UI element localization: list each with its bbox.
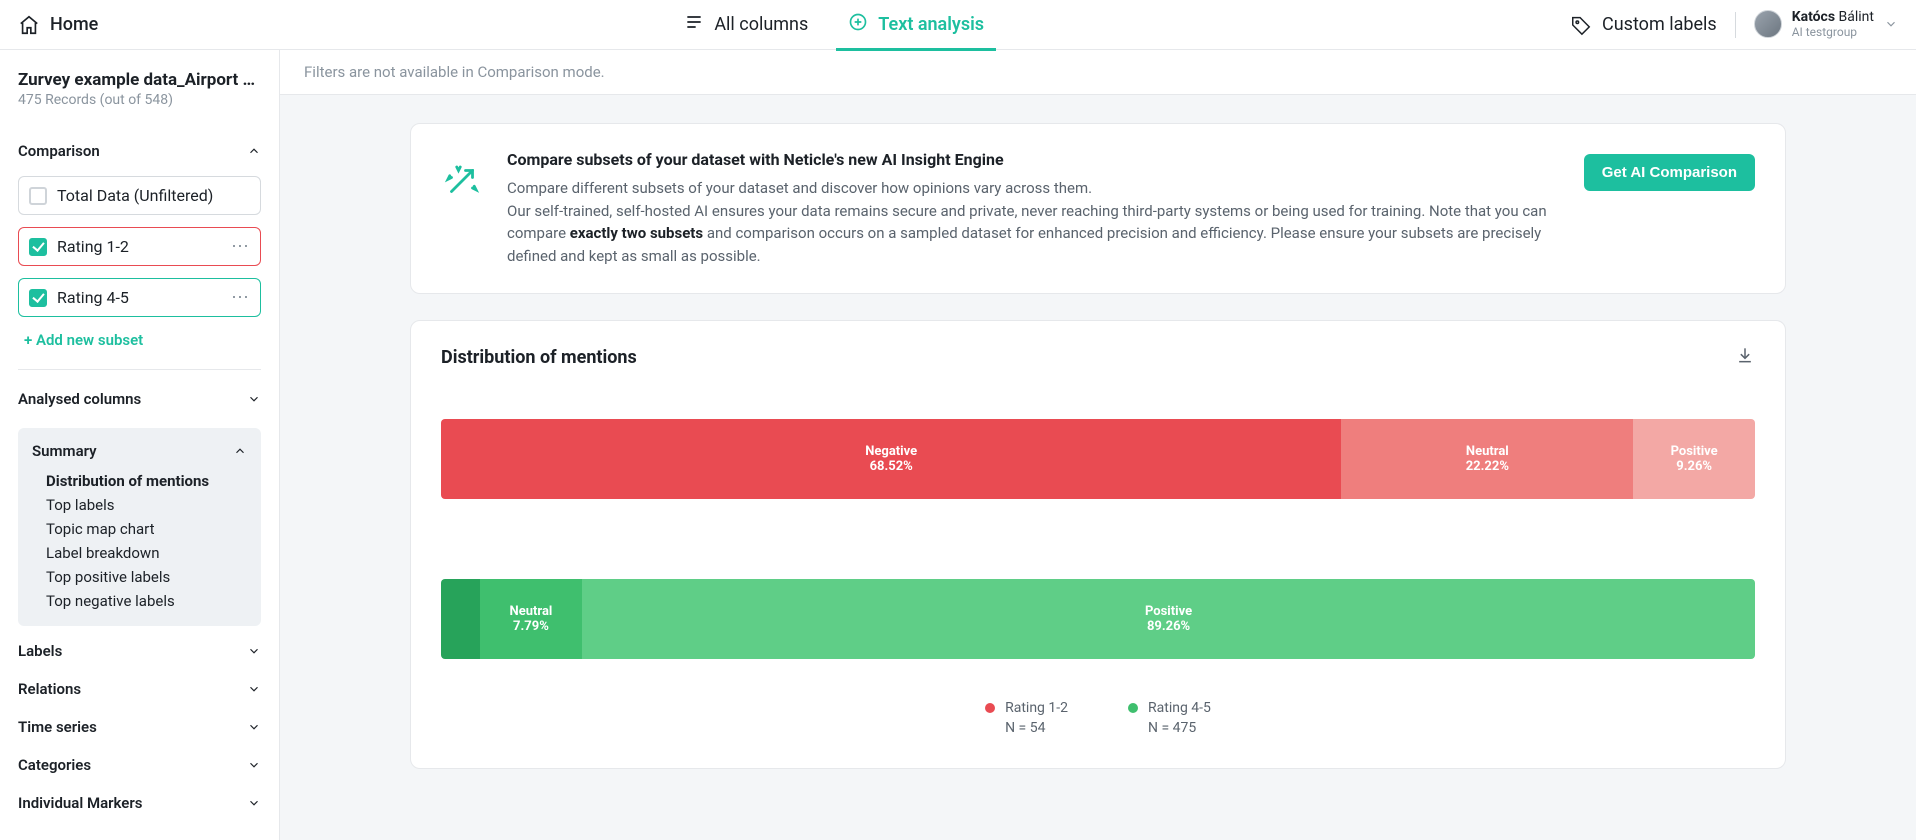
- chart-legend: Rating 1-2N = 54 Rating 4-5N = 475: [441, 699, 1755, 738]
- subset-label: Rating 1-2: [57, 237, 221, 256]
- home-icon[interactable]: [18, 14, 40, 36]
- user-menu[interactable]: Katócs Bálint AI testgroup: [1754, 10, 1898, 39]
- get-ai-comparison-button[interactable]: Get AI Comparison: [1584, 154, 1755, 191]
- user-info: Katócs Bálint AI testgroup: [1792, 10, 1874, 39]
- chevron-up-icon: [233, 444, 247, 458]
- chevron-down-icon: [247, 758, 261, 772]
- tab-label: Text analysis: [878, 14, 984, 35]
- chevron-down-icon: [1884, 17, 1898, 31]
- banner-text: Compare different subsets of your datase…: [507, 177, 1560, 267]
- comparison-heading[interactable]: Comparison: [18, 138, 261, 164]
- nav-individual-markers[interactable]: Individual Markers: [18, 784, 261, 822]
- dataset-title: Zurvey example data_Airport …: [18, 70, 261, 90]
- checkbox[interactable]: [29, 238, 47, 256]
- divider: [18, 369, 261, 370]
- subset-1[interactable]: Rating 1-2 ⋯: [18, 227, 261, 266]
- legend-item-1: Rating 4-5N = 475: [1128, 699, 1211, 738]
- chevron-down-icon: [247, 682, 261, 696]
- bar-rating-1-2: Negative68.52%Neutral22.22%Positive9.26%: [441, 419, 1755, 499]
- subset-label: Total Data (Unfiltered): [57, 186, 250, 205]
- chevron-down-icon: [247, 392, 261, 406]
- tab-label: All columns: [714, 14, 808, 35]
- segment-negative[interactable]: [441, 579, 480, 659]
- segment-neutral[interactable]: Neutral7.79%: [480, 579, 582, 659]
- content-area: Filters are not available in Comparison …: [280, 50, 1916, 840]
- summary-item-4[interactable]: Top positive labels: [46, 568, 247, 586]
- summary-item-2[interactable]: Topic map chart: [46, 520, 247, 538]
- avatar: [1754, 10, 1782, 38]
- tab-all-columns[interactable]: All columns: [684, 0, 808, 50]
- stacked-bar-chart: Negative68.52%Neutral22.22%Positive9.26%…: [441, 419, 1755, 659]
- chevron-down-icon: [247, 644, 261, 658]
- bar-rating-4-5: Neutral7.79%Positive89.26%: [441, 579, 1755, 659]
- analysed-columns-heading[interactable]: Analysed columns: [18, 380, 261, 418]
- more-icon[interactable]: ⋯: [231, 238, 250, 256]
- list-icon: [684, 12, 704, 37]
- nav-categories[interactable]: Categories: [18, 746, 261, 784]
- summary-item-5[interactable]: Top negative labels: [46, 592, 247, 610]
- subset-2[interactable]: Rating 4-5 ⋯: [18, 278, 261, 317]
- swatch-icon: [1128, 703, 1138, 713]
- filters-disabled-note: Filters are not available in Comparison …: [280, 50, 1916, 95]
- nav-relations[interactable]: Relations: [18, 670, 261, 708]
- ai-insight-banner: Compare subsets of your dataset with Net…: [410, 123, 1786, 294]
- distribution-card: Distribution of mentions Negative68.52%N…: [410, 320, 1786, 769]
- more-icon[interactable]: ⋯: [231, 289, 250, 307]
- download-icon[interactable]: [1735, 345, 1755, 369]
- segment-neutral[interactable]: Neutral22.22%: [1341, 419, 1633, 499]
- summary-item-0[interactable]: Distribution of mentions: [46, 472, 247, 490]
- plus-circle-icon: [848, 12, 868, 37]
- subset-label: Rating 4-5: [57, 288, 221, 307]
- sidebar: Zurvey example data_Airport … 475 Record…: [0, 50, 280, 840]
- home-link[interactable]: Home: [50, 14, 98, 35]
- tab-text-analysis[interactable]: Text analysis: [848, 0, 984, 50]
- checkbox[interactable]: [29, 187, 47, 205]
- swatch-icon: [985, 703, 995, 713]
- summary-heading[interactable]: Summary: [32, 442, 247, 460]
- tag-icon: [1570, 14, 1592, 36]
- dataset-subtitle: 475 Records (out of 548): [18, 92, 261, 108]
- topbar: Home All columns Text analysis Custom la…: [0, 0, 1916, 50]
- segment-negative[interactable]: Negative68.52%: [441, 419, 1341, 499]
- subset-0[interactable]: Total Data (Unfiltered): [18, 176, 261, 215]
- checkbox[interactable]: [29, 289, 47, 307]
- magic-wand-icon: [441, 160, 483, 206]
- segment-positive[interactable]: Positive9.26%: [1633, 419, 1755, 499]
- legend-item-0: Rating 1-2N = 54: [985, 699, 1068, 738]
- vertical-divider: [1735, 12, 1736, 38]
- summary-item-3[interactable]: Label breakdown: [46, 544, 247, 562]
- banner-title: Compare subsets of your dataset with Net…: [507, 150, 1560, 169]
- add-subset-button[interactable]: + Add new subset: [18, 331, 261, 349]
- segment-positive[interactable]: Positive89.26%: [582, 579, 1755, 659]
- chevron-down-icon: [247, 720, 261, 734]
- chevron-up-icon: [247, 144, 261, 158]
- custom-labels-text: Custom labels: [1602, 14, 1717, 35]
- chevron-down-icon: [247, 796, 261, 810]
- nav-labels[interactable]: Labels: [18, 632, 261, 670]
- nav-time-series[interactable]: Time series: [18, 708, 261, 746]
- custom-labels-button[interactable]: Custom labels: [1570, 14, 1717, 36]
- summary-section: Summary Distribution of mentions Top labe…: [18, 428, 261, 626]
- card-title: Distribution of mentions: [441, 347, 637, 368]
- summary-item-1[interactable]: Top labels: [46, 496, 247, 514]
